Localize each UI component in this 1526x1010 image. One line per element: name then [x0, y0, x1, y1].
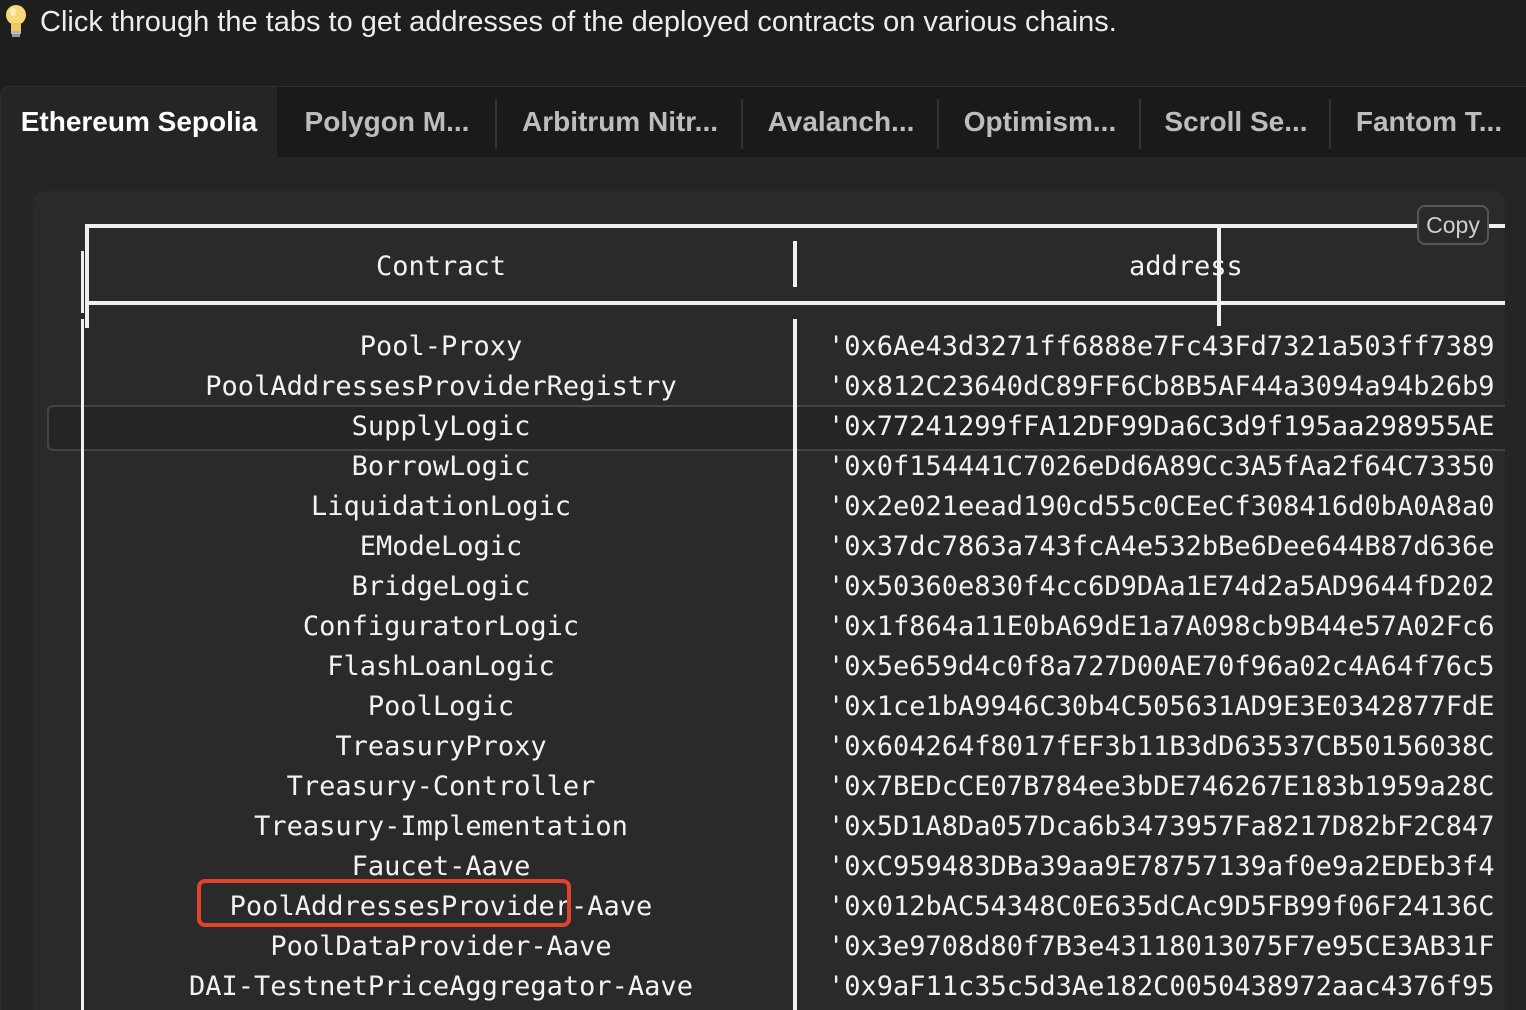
contract-cell: Treasury-Controller [286, 771, 596, 802]
tab-label: Polygon M... [304, 106, 470, 137]
tab-label: Avalanch... [767, 106, 915, 137]
contract-cell: PoolLogic [367, 691, 515, 722]
tab-arbitrum[interactable]: Arbitrum Nitr... [497, 87, 743, 157]
contract-cell: BridgeLogic [351, 571, 531, 602]
page: Click through the tabs to get addresses … [0, 0, 1526, 1010]
address-cell: '0x5e659d4c0f8a727D00AE70f96a02c4A64f76c… [828, 651, 1495, 682]
address-cell: '0x2e021eead190cd55c0CEeCf308416d0bA0A8a… [828, 491, 1495, 522]
tabs-container: Ethereum Sepolia Polygon M... Arbitrum N… [0, 86, 1526, 1010]
header-separator [85, 301, 1505, 305]
address-cell: '0x6Ae43d3271ff6888e7Fc43Fd7321a503ff738… [828, 331, 1495, 362]
tab-label: Fantom T... [1355, 106, 1503, 137]
contract-cell: PoolAddressesProviderRegistry [205, 371, 677, 402]
tab-label: Optimism... [963, 106, 1117, 137]
tab-ethereum-sepolia[interactable]: Ethereum Sepolia [1, 87, 277, 157]
tab-scroll[interactable]: Scroll Se... [1141, 87, 1331, 157]
contract-cell: LiquidationLogic [310, 491, 572, 522]
address-cell: '0x50360e830f4cc6D9DAa1E74d2a5AD9644fD20… [828, 571, 1495, 602]
contract-cell: FlashLoanLogic [327, 651, 555, 682]
address-cell: '0x0f154441C7026eDd6A89Cc3A5fAa2f64C7335… [828, 451, 1495, 482]
code-panel: Contract address Pool-Proxy '0x6Ae43d327… [33, 191, 1505, 1010]
copy-button[interactable]: Copy [1417, 205, 1489, 245]
tab-polygon[interactable]: Polygon M... [277, 87, 497, 157]
address-cell: '0x77241299fFA12DF99Da6C3d9f195aa298955A… [828, 411, 1495, 442]
address-cell: '0x1ce1bA9946C30b4C505631AD9E3E0342877Fd… [828, 691, 1495, 722]
contract-cell: ConfiguratorLogic [302, 611, 580, 642]
tab-label: Ethereum Sepolia [20, 106, 258, 137]
address-cell: '0x1f864a11E0bA69dE1a7A098cb9B44e57A02Fc… [828, 611, 1495, 642]
header-address: address [1129, 251, 1243, 282]
tip-text: Click through the tabs to get addresses … [40, 5, 1117, 38]
address-cell: '0x7BEDcCE07B784ee3bDE746267E183b1959a28… [828, 771, 1495, 802]
address-cell: '0x5D1A8Da057Dca6b3473957Fa8217D82bF2C84… [828, 811, 1495, 842]
contract-cell: SupplyLogic [351, 411, 531, 442]
contract-cell: BorrowLogic [351, 451, 531, 482]
address-cell: '0xC959483DBa39aa9E78757139af0e9a2EDEb3f… [828, 851, 1495, 882]
address-cell: '0x012bAC54348C0E635dCAc9D5FB99f06F24136… [828, 891, 1495, 922]
address-cell: '0x37dc7863a743fcA4e532bBe6Dee644B87d636… [828, 531, 1495, 562]
tab-label: Arbitrum Nitr... [521, 106, 718, 137]
address-cell: '0x812C23640dC89FF6Cb8B5AF44a3094a94b26b… [828, 371, 1495, 402]
header-contract: Contract [375, 251, 507, 282]
address-cell: '0x3e9708d80f7B3e43118013075F7e95CE3AB31… [828, 931, 1495, 962]
contract-cell: TreasuryProxy [335, 731, 547, 762]
chain-tabbar: Ethereum Sepolia Polygon M... Arbitrum N… [1, 87, 1526, 159]
address-cell: '0x604264f8017fEF3b11B3dD63537CB50156038… [828, 731, 1495, 762]
contract-cell: PoolDataProvider-Aave [270, 931, 612, 962]
tab-optimism[interactable]: Optimism... [939, 87, 1141, 157]
tip-line: Click through the tabs to get addresses … [0, 0, 1117, 44]
address-cell: '0x9aF11c35c5d3Ae182C0050438972aac4376f9… [828, 971, 1495, 1002]
highlight-annotation [197, 879, 571, 927]
tab-fantom[interactable]: Fantom T... [1331, 87, 1526, 157]
contract-cell: Pool-Proxy [359, 331, 523, 362]
contract-cell: EModeLogic [359, 531, 523, 562]
tab-avalanche[interactable]: Avalanch... [743, 87, 939, 157]
table-top-border [85, 224, 1505, 228]
contract-cell: DAI-TestnetPriceAggregator-Aave [189, 971, 693, 1002]
contract-cell: Treasury-Implementation [254, 811, 628, 842]
contracts-table: Contract address Pool-Proxy '0x6Ae43d327… [33, 191, 1505, 1010]
lightbulb-icon [4, 2, 34, 42]
tab-label: Scroll Se... [1164, 106, 1308, 137]
